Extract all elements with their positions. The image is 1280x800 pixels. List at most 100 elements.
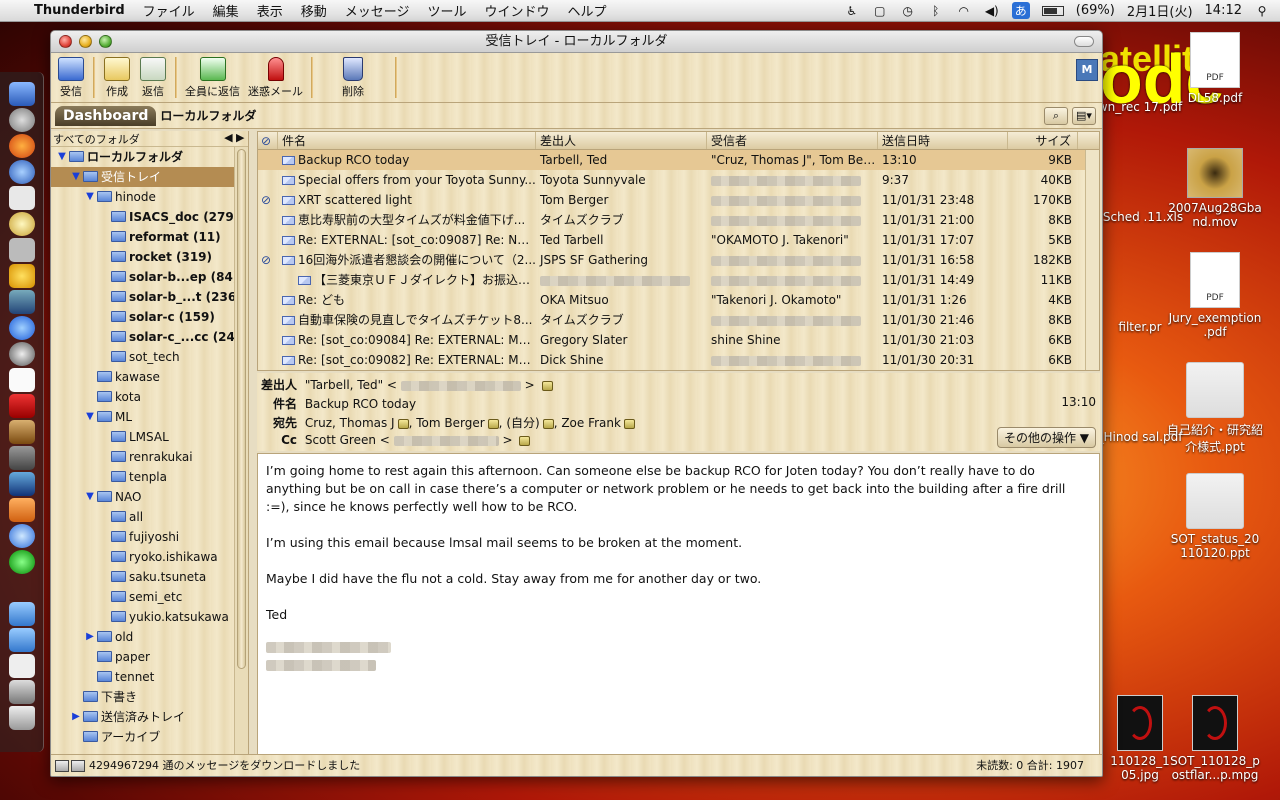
reply-button[interactable]: 返信 (135, 53, 171, 102)
address-book-icon[interactable] (541, 380, 553, 391)
message-row[interactable]: 恵比寿駅前の大型タイムズが料金値下げ... タイムズクラブ 11/01/31 21:… (258, 210, 1099, 230)
to-recipient[interactable]: Tom Berger (416, 416, 484, 430)
downloads-stack-icon[interactable] (9, 680, 35, 704)
from-value[interactable]: "Tarbell, Ted" < (305, 378, 397, 392)
delete-button[interactable]: 削除 (335, 53, 371, 102)
from-column-header[interactable]: 差出人 (536, 132, 707, 149)
folder-item[interactable]: all (51, 507, 248, 527)
folder-item[interactable]: ▼ NAO (51, 487, 248, 507)
system-prefs-icon[interactable] (9, 342, 35, 366)
folder-item[interactable]: ▼ 受信トレイ (51, 167, 248, 187)
app-menu[interactable]: Thunderbird (34, 3, 125, 18)
address-book-icon[interactable] (397, 418, 409, 429)
desktop-file[interactable]: _Hinod sal.pdf (1090, 430, 1190, 444)
message-row[interactable]: Re: EXTERNAL: [sot_co:09087] Re: Noti...… (258, 230, 1099, 250)
message-row[interactable]: Re: [sot_co:09084] Re: EXTERNAL: Mo... Gr… (258, 330, 1099, 350)
address-book-icon[interactable] (542, 418, 554, 429)
cc-value[interactable]: Scott Green < (305, 433, 390, 447)
input-method-indicator[interactable]: あ (1011, 2, 1030, 19)
clock-icon[interactable] (9, 186, 35, 210)
menu-window[interactable]: ウインドウ (484, 1, 549, 20)
menu-view[interactable]: 表示 (257, 1, 283, 20)
desktop-file[interactable]: wn_rec 17.pdf (1090, 100, 1190, 114)
message-row[interactable]: ⊘ 16回海外派遣者懇談会の開催について（2... JSPS SF Gatherin… (258, 250, 1099, 270)
tab-local-folders[interactable]: ローカルフォルダ (160, 107, 256, 124)
recipient-column-header[interactable]: 受信者 (707, 132, 878, 149)
menu-go[interactable]: 移動 (301, 1, 327, 20)
date-column-header[interactable]: 送信日時 (878, 132, 1008, 149)
address-book-icon[interactable] (487, 418, 499, 429)
latex-icon[interactable] (9, 238, 35, 262)
menubar-date[interactable]: 2月1日(火) (1127, 1, 1193, 20)
disclosure-open-icon[interactable]: ▼ (85, 407, 95, 427)
disclosure-closed-icon[interactable]: ▶ (85, 627, 95, 647)
address-book-icon[interactable] (623, 418, 635, 429)
applications-folder-icon[interactable] (9, 602, 35, 626)
powerpoint-icon[interactable] (9, 498, 35, 522)
folder-item[interactable]: fujiyoshi (51, 527, 248, 547)
preview-icon[interactable] (9, 290, 35, 314)
folder-item[interactable]: 下書き (51, 687, 248, 707)
desktop-file[interactable]: 110128_1 05.jpg (1090, 695, 1190, 782)
folder-item[interactable]: ▶ 送信済みトレイ (51, 707, 248, 727)
folder-item[interactable]: reformat (11) (51, 227, 248, 247)
documents-folder-icon[interactable] (9, 628, 35, 652)
address-book-icon[interactable] (519, 435, 531, 446)
battery-icon[interactable] (1041, 5, 1064, 16)
folder-item[interactable]: ▼ ML (51, 407, 248, 427)
online-status-icon[interactable] (55, 755, 89, 776)
folder-item[interactable]: ▼ ローカルフォルダ (51, 147, 248, 167)
acrobat-icon[interactable] (9, 394, 35, 418)
folder-item[interactable]: semi_etc (51, 587, 248, 607)
menu-file[interactable]: ファイル (143, 1, 195, 20)
folder-scrollbar[interactable] (234, 147, 248, 754)
quicktime-icon[interactable] (9, 524, 35, 548)
display-icon[interactable]: ▢ (872, 4, 888, 18)
wifi-icon[interactable]: ◠ (956, 4, 972, 18)
photo-icon[interactable] (9, 420, 35, 444)
folder-pane-title[interactable]: すべてのフォルダ (53, 131, 140, 146)
disclosure-open-icon[interactable]: ▼ (57, 147, 67, 167)
time-machine-icon[interactable]: ◷ (900, 4, 916, 18)
message-row[interactable]: Re: [sot_co:09082] Re: EXTERNAL: Mo... Di… (258, 350, 1099, 370)
message-row[interactable]: ⊘ XRT scattered light Tom Berger 11/01/31 2… (258, 190, 1099, 210)
x11-icon[interactable] (9, 368, 35, 392)
to-recipient[interactable]: Cruz, Thomas J (305, 416, 395, 430)
bluetooth-icon[interactable]: ᛒ (928, 4, 944, 18)
utility-icon[interactable] (9, 446, 35, 470)
menu-edit[interactable]: 編集 (213, 1, 239, 20)
disclosure-open-icon[interactable]: ▼ (71, 167, 81, 187)
message-list-scrollbar[interactable] (1085, 150, 1099, 370)
folder-item[interactable]: ryoko.ishikawa (51, 547, 248, 567)
folder-item[interactable]: paper (51, 647, 248, 667)
thunderbird-icon[interactable] (9, 160, 35, 184)
message-body[interactable]: I’m going home to rest again this aftern… (257, 453, 1100, 755)
menu-tools[interactable]: ツール (427, 1, 466, 20)
message-row[interactable]: Re: ども OKA Mitsuo "Takenori J. Okamoto" 11/… (258, 290, 1099, 310)
firefox-icon[interactable] (9, 134, 35, 158)
folder-item[interactable]: solar-c_...cc (24) (51, 327, 248, 347)
close-window-button[interactable] (59, 35, 72, 48)
disclosure-closed-icon[interactable]: ▶ (71, 707, 81, 727)
menubar-time[interactable]: 14:12 (1205, 3, 1242, 18)
toolbar-toggle-button[interactable] (1074, 36, 1094, 47)
dictionary-icon[interactable] (9, 212, 35, 236)
stack-icon[interactable] (9, 654, 35, 678)
folder-item[interactable]: アーカイブ (51, 727, 248, 747)
dashboard-icon[interactable] (9, 108, 35, 132)
folder-item[interactable]: ISACS_doc (279) (51, 207, 248, 227)
folder-item[interactable]: ▼ hinode (51, 187, 248, 207)
folder-item[interactable]: kota (51, 387, 248, 407)
menu-help[interactable]: ヘルプ (568, 1, 607, 20)
minimize-window-button[interactable] (79, 35, 92, 48)
tab-dashboard[interactable]: Dashboard (55, 105, 157, 126)
view-menu-button[interactable]: ▤▾ (1072, 106, 1096, 125)
folder-scroll-thumb[interactable] (237, 149, 246, 669)
desktop-file[interactable]: DL58.pdf (1165, 32, 1265, 105)
disclosure-open-icon[interactable]: ▼ (85, 487, 95, 507)
accessibility-icon[interactable]: ♿ (844, 4, 860, 18)
zoom-window-button[interactable] (99, 35, 112, 48)
menu-message[interactable]: メッセージ (345, 1, 410, 20)
desktop-file[interactable]: SOT_status_20 110120.ppt (1165, 473, 1265, 560)
desktop-file[interactable]: _Sched .11.xls (1090, 210, 1190, 224)
